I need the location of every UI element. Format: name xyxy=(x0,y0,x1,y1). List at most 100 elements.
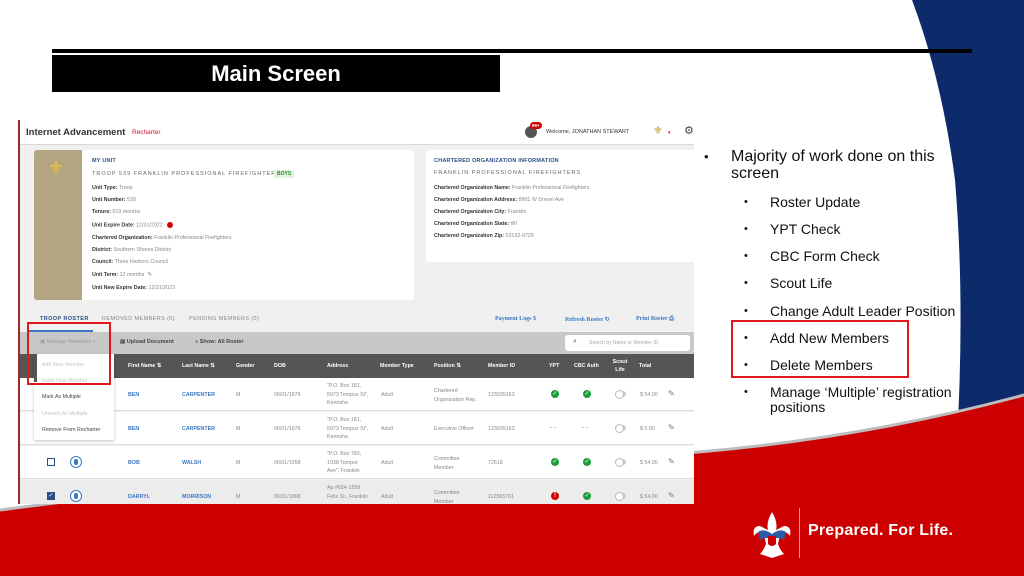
my-unit-heading: MY UNIT xyxy=(92,158,116,164)
tab-pending-members[interactable]: PENDING MEMBERS (0) xyxy=(189,316,259,322)
dollar-icon: $ xyxy=(533,316,536,322)
last-name-link[interactable]: WALSH xyxy=(182,460,201,466)
gender-cell: M xyxy=(236,494,241,500)
tab-removed-members[interactable]: REMOVED MEMBERS (0) xyxy=(102,316,175,322)
scout-life-toggle[interactable] xyxy=(615,492,626,501)
chartered-org-card: CHARTERED ORGANIZATION INFORMATION FRANK… xyxy=(426,150,694,262)
menu-unmark-as-multiple[interactable]: Unmark As Multiple xyxy=(42,411,88,417)
printer-icon: ⎙ xyxy=(669,316,675,322)
payment-logs-link[interactable]: Payment Logs $ xyxy=(495,316,536,322)
member-id-cell: 72618 xyxy=(488,460,503,466)
scout-life-toggle[interactable] xyxy=(615,424,626,433)
unit-chartered-org: Chartered Organization: Franklin Profess… xyxy=(92,235,232,241)
unit-term: Unit Term: 12 months ✎ xyxy=(92,272,152,278)
col-last-name[interactable]: Last Name ⇅ xyxy=(182,363,215,369)
edit-pencil-icon[interactable]: ✎ xyxy=(668,491,675,500)
chevron-down-icon[interactable]: ▾ xyxy=(668,130,671,136)
last-name-link[interactable]: MORRISON xyxy=(182,494,211,500)
table-row[interactable]: BEN CARPENTER M 06/01/1976 "P.O. Box 181, 597… xyxy=(20,378,694,411)
roster-toolbar: ▣ Manage Members ˄ ▤ Upload Document ≡ S… xyxy=(20,332,694,354)
upload-document-button[interactable]: ▤ Upload Document xyxy=(120,339,174,345)
total-cell: $ 54.00 xyxy=(640,392,658,398)
print-roster-link[interactable]: Print Roster ⎙ xyxy=(636,316,674,323)
col-first-name[interactable]: First Name ⇅ xyxy=(128,363,161,369)
bullet-dot: • xyxy=(704,149,709,164)
avatar-icon xyxy=(70,456,82,468)
unit-new-expire-date: Unit New Expire Date: 12/31/2023 xyxy=(92,285,176,291)
org-field: Chartered Organization Name: Franklin Pr… xyxy=(434,185,590,191)
notification-badge: 99+ xyxy=(530,122,542,129)
unit-emblem-panel: ⚜ xyxy=(34,150,82,300)
scout-emblem-icon: ⚜ xyxy=(48,158,65,178)
edit-pencil-icon[interactable]: ✎ xyxy=(668,423,675,432)
table-row[interactable]: ✓ DARRYL MORRISON M 06/01/1968 Ap #654-1599 Fe… xyxy=(20,480,694,504)
bsa-logo xyxy=(750,510,794,560)
last-name-link[interactable]: CARPENTER xyxy=(182,392,215,398)
member-id-cell: 123935163 xyxy=(488,392,515,398)
gender-badge: BOYS xyxy=(274,170,295,178)
org-field: Chartered Organization State: WI xyxy=(434,221,518,227)
unit-council: Council: Three Harbors Council xyxy=(92,259,168,265)
col-dob: DOB xyxy=(274,363,286,369)
highlight-box-bullets xyxy=(731,320,909,378)
cbc-check-icon: ✓ xyxy=(583,458,591,466)
dob-cell: 06/01/1976 xyxy=(274,426,301,432)
title-rule xyxy=(52,49,972,53)
menu-mark-as-multiple[interactable]: Mark As Multiple xyxy=(42,394,81,400)
tagline: Prepared. For Life. xyxy=(808,522,954,539)
unit-tenure: Tenure: 619 months xyxy=(92,209,141,215)
org-field: Chartered Organization Address: 8901 W D… xyxy=(434,197,564,203)
last-name-link[interactable]: CARPENTER xyxy=(182,426,215,432)
edit-pencil-icon[interactable]: ✎ xyxy=(668,457,675,466)
total-cell: $ 54.00 xyxy=(640,460,658,466)
col-position[interactable]: Position ⇅ xyxy=(434,363,461,369)
first-name-link[interactable]: DARRYL xyxy=(128,494,150,500)
address-cell: "P.O. Box 181, 5973 Tempus St", Kenosha xyxy=(327,383,369,406)
table-row[interactable]: BOB WALSH M 06/01/1958 "P.O. Box 782, 1038 Te… xyxy=(20,446,694,479)
member-id-cell: 112565761 xyxy=(488,494,515,500)
document-icon: ▤ xyxy=(120,339,126,345)
tagline-divider xyxy=(799,508,800,558)
member-type-cell: Adult xyxy=(381,494,394,500)
fleur-de-lis-icon[interactable]: ⚜ xyxy=(653,126,663,137)
edit-pencil-icon[interactable]: ✎ xyxy=(668,389,675,398)
gear-icon[interactable]: ⚙ xyxy=(684,126,694,137)
address-cell: Ap #654-1599 Felis St., Franklin xyxy=(327,485,368,500)
welcome-text: Welcome, JONATHAN STEWART xyxy=(546,129,630,135)
first-name-link[interactable]: BEN xyxy=(128,392,139,398)
row-checkbox[interactable]: ✓ xyxy=(47,492,55,500)
unit-number: Unit Number: 539 xyxy=(92,197,136,203)
cbc-empty: – – xyxy=(581,425,589,431)
address-cell: "P.O. Box 181, 5973 Tempus St", Kenosha xyxy=(327,417,369,440)
app-title: Internet Advancement xyxy=(26,127,126,138)
col-ypt: YPT xyxy=(549,363,560,369)
table-row[interactable]: BEN CARPENTER M 06/01/1976 "P.O. Box 181, 597… xyxy=(20,412,694,445)
show-filter-button[interactable]: ≡ Show: All Roster xyxy=(195,339,244,345)
gender-cell: M xyxy=(236,426,241,432)
scout-life-toggle[interactable] xyxy=(615,458,626,467)
member-type-cell: Adult xyxy=(381,392,394,398)
org-field: Chartered Organization City: Franklin xyxy=(434,209,527,215)
scout-life-toggle[interactable] xyxy=(615,390,626,399)
first-name-link[interactable]: BOB xyxy=(128,460,140,466)
position-cell: Chartered Organization Rep. xyxy=(434,388,477,403)
dob-cell: 06/01/1958 xyxy=(274,460,301,466)
recharter-link[interactable]: Recharter xyxy=(132,129,161,136)
ypt-empty: – – xyxy=(549,425,557,431)
member-type-cell: Adult xyxy=(381,460,394,466)
app-header: Internet Advancement Recharter 99+ Welco… xyxy=(20,120,694,145)
org-name: FRANKLIN PROFESSIONAL FIREFIGHTERS xyxy=(434,170,582,176)
org-field: Chartered Organization Zip: 53132-9725 xyxy=(434,233,534,239)
edit-term-pencil-icon[interactable]: ✎ xyxy=(147,272,151,278)
menu-remove-from-recharter[interactable]: Remove From Recharter xyxy=(42,427,100,433)
unit-district: District: Southern Shores District xyxy=(92,247,171,253)
search-input[interactable]: ⌕ Search by Name or Member ID xyxy=(565,335,690,351)
col-member-type: Member Type xyxy=(380,363,414,369)
row-checkbox[interactable] xyxy=(47,458,55,466)
col-cbc-auth: CBC Auth xyxy=(574,363,599,369)
search-placeholder: Search by Name or Member ID xyxy=(589,340,659,346)
refresh-roster-link[interactable]: Refresh Roster ↻ xyxy=(565,316,610,323)
table-header: First Name ⇅ Last Name ⇅ Gender DOB Addr… xyxy=(20,354,694,378)
position-cell: Executive Officer xyxy=(434,426,474,432)
first-name-link[interactable]: BEN xyxy=(128,426,139,432)
